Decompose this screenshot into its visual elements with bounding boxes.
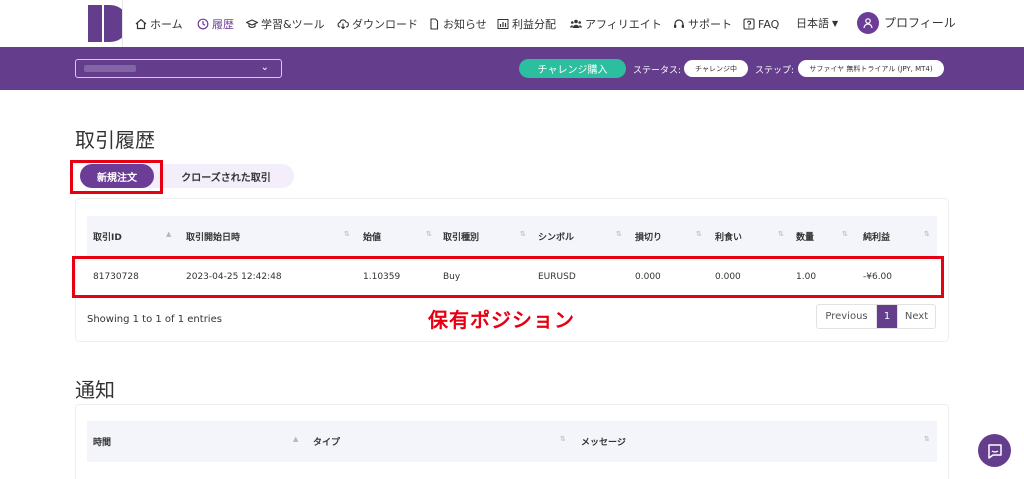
cloud-download-icon: [337, 19, 349, 30]
tab-closed-trades[interactable]: クローズされた取引: [166, 164, 286, 188]
account-id-redacted: [84, 65, 136, 72]
bar-chart-icon: [497, 19, 509, 29]
sort-icon[interactable]: ⇅: [616, 230, 622, 238]
col-message[interactable]: メッセージ: [581, 435, 626, 448]
sort-icon[interactable]: ⇅: [520, 230, 526, 238]
col-symbol[interactable]: シンボル: [538, 230, 574, 243]
status-label: ステータス:: [633, 66, 682, 76]
sort-icon[interactable]: ⇅: [778, 230, 784, 238]
headset-icon: [674, 19, 684, 28]
top-navbar: ホーム 履歴 学習&ツール ダウンロード お知らせ 利益分配 アフィリエイト サ…: [0, 0, 1024, 47]
chat-icon: [987, 443, 1002, 459]
notifications-title: 通知: [75, 378, 115, 402]
entries-info: Showing 1 to 1 of 1 entries: [87, 314, 222, 325]
highlight-box-tab: [70, 160, 163, 194]
nav-learning-label: 学習&ツール: [261, 18, 325, 31]
profile-link[interactable]: プロフィール: [884, 14, 956, 31]
col-open-time[interactable]: 取引開始日時: [186, 230, 240, 243]
clock-icon: [197, 18, 209, 30]
graduation-cap-icon: [246, 19, 258, 29]
nav-support[interactable]: サポート: [673, 15, 732, 33]
sort-icon[interactable]: ⇅: [924, 435, 930, 443]
nav-download-label: ダウンロード: [352, 18, 418, 31]
col-time[interactable]: 時間: [93, 435, 111, 448]
nav-history-label: 履歴: [212, 18, 234, 31]
sort-icon[interactable]: ⇅: [842, 230, 848, 238]
sort-icon[interactable]: ▲: [166, 230, 171, 238]
sort-icon[interactable]: ⇅: [924, 230, 930, 238]
status-badge: チャレンジ中: [684, 60, 748, 77]
col-volume[interactable]: 数量: [796, 230, 814, 243]
home-icon: [135, 18, 147, 30]
caret-down-icon: ▼: [832, 18, 839, 28]
nav-history[interactable]: 履歴: [197, 15, 234, 33]
nav-support-label: サポート: [688, 18, 732, 31]
pagination-previous[interactable]: Previous: [817, 305, 877, 328]
users-icon: [570, 19, 582, 28]
col-stop-loss[interactable]: 損切り: [635, 230, 662, 243]
logo-divider: [122, 0, 123, 47]
nav-download[interactable]: ダウンロード: [337, 15, 418, 33]
nav-faq[interactable]: FAQ: [743, 15, 779, 33]
col-net-profit[interactable]: 純利益: [863, 230, 890, 243]
nav-profit-share-label: 利益分配: [512, 18, 556, 31]
sort-icon[interactable]: ⇅: [696, 230, 702, 238]
pagination-page-1[interactable]: 1: [877, 305, 897, 328]
nav-news[interactable]: お知らせ: [428, 15, 487, 33]
nav-news-label: お知らせ: [443, 18, 487, 31]
col-trade-id[interactable]: 取引ID: [93, 230, 122, 243]
col-type[interactable]: タイプ: [313, 435, 340, 448]
avatar[interactable]: [857, 12, 879, 34]
col-open-price[interactable]: 始値: [363, 230, 381, 243]
logo-icon[interactable]: [82, 5, 122, 42]
pagination: Previous 1 Next: [816, 304, 936, 329]
table-header: 取引ID ▲ 取引開始日時 ⇅ 始値 ⇅ 取引種別 ⇅ シンボル ⇅ 損切り ⇅…: [87, 216, 937, 256]
annotation-open-positions: 保有ポジション: [428, 308, 575, 332]
highlight-box-row: [72, 256, 944, 298]
nav-home-label: ホーム: [150, 18, 183, 31]
language-label: 日本語: [796, 17, 829, 30]
nav-faq-label: FAQ: [758, 17, 780, 31]
sort-icon[interactable]: ⇅: [560, 435, 566, 443]
nav-affiliate[interactable]: アフィリエイト: [570, 15, 662, 33]
col-take-profit[interactable]: 利食い: [715, 230, 742, 243]
sort-icon[interactable]: ▲: [293, 435, 298, 443]
pagination-next[interactable]: Next: [897, 305, 935, 328]
col-trade-type[interactable]: 取引種別: [443, 230, 479, 243]
document-icon: [430, 18, 439, 30]
sort-icon[interactable]: ⇅: [426, 230, 432, 238]
page-title: 取引履歴: [75, 128, 155, 152]
step-badge: サファイヤ 無料トライアル (JPY, MT4): [798, 60, 944, 77]
account-select[interactable]: ⌄: [75, 59, 282, 78]
account-bar: ⌄ チャレンジ購入 ステータス: チャレンジ中 ステップ: サファイヤ 無料トラ…: [0, 47, 1024, 90]
chat-button[interactable]: [978, 434, 1011, 467]
notifications-card: 時間 ▲ タイプ ⇅ メッセージ ⇅: [75, 404, 949, 479]
nav-affiliate-label: アフィリエイト: [585, 18, 662, 31]
notifications-header: 時間 ▲ タイプ ⇅ メッセージ ⇅: [87, 421, 937, 462]
buy-challenge-button[interactable]: チャレンジ購入: [519, 59, 626, 78]
nav-learning[interactable]: 学習&ツール: [246, 15, 325, 33]
user-icon: [863, 18, 873, 29]
nav-profit-share[interactable]: 利益分配: [497, 15, 556, 33]
chevron-down-icon: ⌄: [260, 62, 269, 73]
step-label: ステップ:: [755, 66, 795, 76]
nav-home[interactable]: ホーム: [135, 15, 183, 33]
language-selector[interactable]: 日本語 ▼: [796, 15, 838, 31]
sort-icon[interactable]: ⇅: [344, 230, 350, 238]
question-icon: [743, 18, 755, 30]
